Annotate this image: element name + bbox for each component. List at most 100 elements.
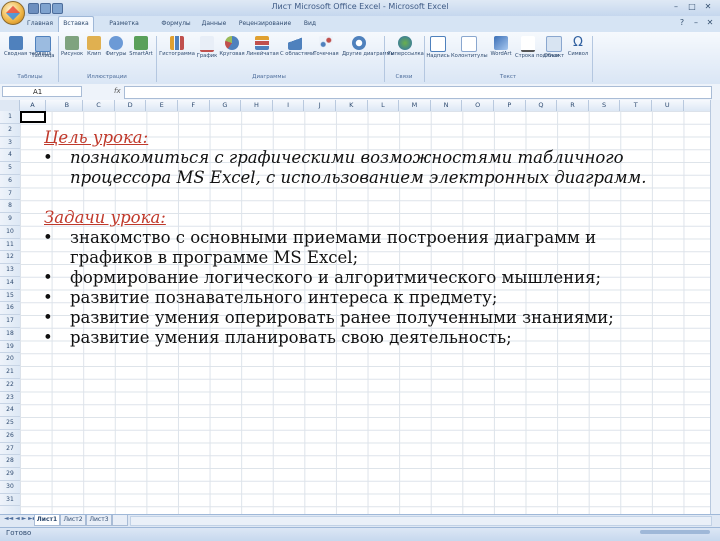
tab-home[interactable]: Главная: [24, 17, 56, 31]
row-header[interactable]: 10: [0, 226, 20, 239]
clipart-button[interactable]: Клип: [85, 36, 103, 66]
row-header[interactable]: 5: [0, 162, 20, 175]
help-icon[interactable]: ?: [676, 18, 688, 28]
row-header[interactable]: 13: [0, 264, 20, 277]
row-header[interactable]: 1: [0, 111, 20, 124]
symbol-button[interactable]: Ω Символ: [567, 36, 589, 66]
row-header[interactable]: 11: [0, 239, 20, 252]
maximize-icon[interactable]: □: [686, 2, 698, 12]
signature-line-button[interactable]: Строка подписи: [515, 36, 559, 66]
zoom-slider[interactable]: [640, 530, 710, 534]
column-header[interactable]: F: [178, 100, 210, 111]
row-header[interactable]: 9: [0, 213, 20, 226]
row-header[interactable]: 25: [0, 417, 20, 430]
column-header[interactable]: D: [115, 100, 147, 111]
office-button[interactable]: [1, 1, 25, 25]
pivot-table-button[interactable]: Сводная таблица: [4, 36, 52, 66]
row-header[interactable]: 15: [0, 290, 20, 303]
row-header[interactable]: 17: [0, 315, 20, 328]
column-header[interactable]: H: [241, 100, 273, 111]
column-header[interactable]: B: [52, 100, 84, 111]
column-header[interactable]: C: [83, 100, 115, 111]
line-chart-button[interactable]: График: [196, 36, 218, 66]
column-header[interactable]: E: [146, 100, 178, 111]
hyperlink-button[interactable]: Гиперссылка: [388, 36, 424, 66]
row-header[interactable]: 19: [0, 341, 20, 354]
row-header[interactable]: 2: [0, 124, 20, 137]
doc-close-icon[interactable]: ✕: [704, 18, 716, 28]
column-header[interactable]: L: [368, 100, 400, 111]
tab-view[interactable]: Вид: [298, 17, 322, 31]
row-header[interactable]: 29: [0, 468, 20, 481]
row-header[interactable]: 24: [0, 404, 20, 417]
row-header[interactable]: 7: [0, 188, 20, 201]
row-header[interactable]: 26: [0, 430, 20, 443]
row-header[interactable]: 31: [0, 494, 20, 507]
object-button[interactable]: Объект: [542, 36, 566, 66]
row-header[interactable]: 6: [0, 175, 20, 188]
sheet-tab-3[interactable]: Лист3: [86, 515, 112, 526]
scatter-chart-button[interactable]: Точечная: [311, 36, 341, 66]
name-box[interactable]: A1: [2, 86, 82, 97]
sheet-nav-icon[interactable]: ◄◄ ◄ ► ►►: [4, 515, 37, 522]
column-header[interactable]: G: [210, 100, 242, 111]
bar-chart-button[interactable]: Линейчатая: [246, 36, 279, 66]
pie-chart-icon: [225, 36, 239, 50]
row-header[interactable]: 21: [0, 366, 20, 379]
horizontal-scrollbar[interactable]: [130, 516, 712, 526]
column-header[interactable]: M: [399, 100, 431, 111]
wordart-button[interactable]: WordArt: [488, 36, 514, 66]
row-header[interactable]: 4: [0, 149, 20, 162]
vertical-scrollbar[interactable]: [710, 100, 720, 514]
minimize-icon[interactable]: –: [670, 2, 682, 12]
column-header[interactable]: N: [431, 100, 463, 111]
tab-insert[interactable]: Вставка: [58, 16, 94, 33]
active-cell-a1[interactable]: [20, 111, 46, 123]
row-header[interactable]: 8: [0, 200, 20, 213]
close-icon[interactable]: ✕: [702, 2, 714, 12]
column-header[interactable]: P: [494, 100, 526, 111]
select-all-corner[interactable]: [0, 100, 20, 111]
smartart-button[interactable]: SmartArt: [129, 36, 153, 66]
tab-page-layout[interactable]: Разметка страницы: [94, 17, 154, 41]
fx-icon[interactable]: fx: [114, 86, 124, 97]
row-header[interactable]: 18: [0, 328, 20, 341]
column-header[interactable]: U: [652, 100, 684, 111]
histogram-button[interactable]: Гистограмма: [159, 36, 195, 66]
row-header[interactable]: 27: [0, 443, 20, 456]
row-header[interactable]: 23: [0, 392, 20, 405]
shapes-button[interactable]: Фигуры: [105, 36, 127, 66]
row-header[interactable]: 28: [0, 455, 20, 468]
tab-formulas[interactable]: Формулы: [158, 17, 194, 31]
tab-review[interactable]: Рецензирование: [234, 17, 296, 31]
picture-button[interactable]: Рисунок: [61, 36, 83, 66]
textbox-button[interactable]: Надпись: [426, 36, 450, 66]
column-header[interactable]: R: [557, 100, 589, 111]
insert-sheet-icon[interactable]: [112, 515, 128, 526]
column-header[interactable]: O: [462, 100, 494, 111]
row-header[interactable]: 16: [0, 302, 20, 315]
row-header[interactable]: 14: [0, 277, 20, 290]
column-header[interactable]: I: [273, 100, 305, 111]
pie-chart-button[interactable]: Круговая: [219, 36, 245, 66]
other-charts-button[interactable]: Другие диаграммы: [342, 36, 395, 66]
sheet-tab-1[interactable]: Лист1: [34, 515, 60, 526]
column-header[interactable]: S: [589, 100, 621, 111]
area-chart-button[interactable]: С областями: [280, 36, 314, 66]
row-header[interactable]: 3: [0, 137, 20, 150]
sheet-tab-2[interactable]: Лист2: [60, 515, 86, 526]
row-header[interactable]: 22: [0, 379, 20, 392]
header-footer-button[interactable]: Колонтитулы: [451, 36, 488, 66]
table-button[interactable]: Таблица: [31, 36, 55, 66]
column-header[interactable]: Q: [526, 100, 558, 111]
tab-data[interactable]: Данные: [196, 17, 232, 31]
column-header[interactable]: K: [336, 100, 368, 111]
column-header[interactable]: A: [20, 100, 46, 111]
column-header[interactable]: T: [620, 100, 652, 111]
row-header[interactable]: 12: [0, 251, 20, 264]
formula-input[interactable]: [124, 86, 712, 99]
row-header[interactable]: 20: [0, 353, 20, 366]
column-header[interactable]: J: [304, 100, 336, 111]
doc-minimize-icon[interactable]: –: [690, 18, 702, 28]
row-header[interactable]: 30: [0, 481, 20, 494]
